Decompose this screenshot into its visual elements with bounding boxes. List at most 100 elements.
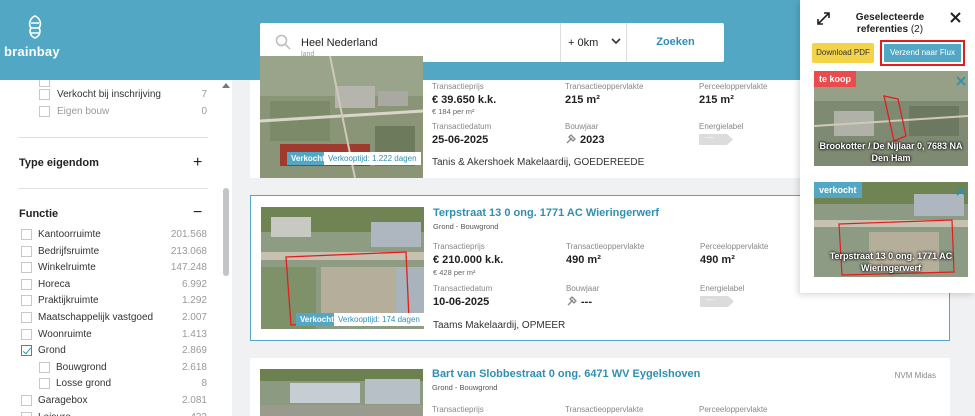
filter-checkbox[interactable] [39,106,50,117]
logo-text: brainbay [4,44,60,59]
remove-reference-icon[interactable] [954,74,968,88]
panel-title: Geselecteerde referenties (2) [840,12,940,36]
filter-checkbox[interactable] [21,412,32,416]
filter-count: 2.869 [181,345,207,356]
property-type: Grond - Bouwgrond [432,383,498,392]
send-to-flux-button[interactable]: Verzend naar Flux [884,44,961,62]
property-photo[interactable] [260,369,423,416]
expand-icon[interactable] [817,12,830,25]
filter-count: 0 [201,106,207,117]
section-title-type-eigendom[interactable]: Type eigendom [19,157,99,169]
filter-label: Grond [38,345,66,356]
label-price: Transactieprijs [432,405,484,414]
filter-checkbox[interactable] [21,295,32,306]
filter-label: Leisure [38,412,71,416]
value-year: 2023 [580,134,605,146]
hammer-icon [566,134,576,144]
value-date: 10-06-2025 [433,296,490,308]
search-input[interactable]: Heel Nederland [301,37,377,49]
filter-label: Eigen bouw [57,106,110,117]
bee-icon [28,15,42,39]
label-area: Transactieoppervlakte [566,242,645,251]
filter-count: 201.568 [170,229,207,240]
section-title-functie[interactable]: Functie [19,208,58,220]
chevron-down-icon [611,38,621,45]
filter-checkbox[interactable] [39,378,50,389]
filter-label: Losse grond [56,378,112,389]
filter-count: 147.248 [170,262,207,273]
filter-checkbox[interactable] [39,362,50,373]
status-badge: verkocht [814,182,862,198]
sale-time-badge: Verkooptijd: 1.222 dagen [324,152,421,165]
filter-checkbox[interactable] [21,246,32,257]
filter-checkbox[interactable] [21,279,32,290]
filter-count: 7 [201,89,207,100]
label-energy: Energielabel [700,284,745,293]
filter-label: Maatschappelijk vastgoed [38,312,154,323]
value-price-per-m2: € 428 per m² [433,268,476,277]
property-title[interactable]: Bart van Slobbestraat 0 ong. 6471 WV Eyg… [432,368,700,380]
result-card[interactable]: Bart van Slobbestraat 0 ong. 6471 WV Eyg… [250,358,950,416]
collapse-icon[interactable]: − [193,205,202,221]
search-button[interactable]: Zoeken [626,23,724,62]
filter-checkbox[interactable] [21,312,32,323]
remove-reference-icon[interactable] [954,184,968,198]
value-price-per-m2: € 184 per m² [432,107,475,116]
reference-card[interactable]: te koop Brookotter / De Nijlaar 0, 7683 … [814,71,968,166]
value-price: € 210.000 k.k. [433,254,504,266]
label-area: Transactieoppervlakte [565,82,644,91]
filter-count: 213.068 [170,246,207,257]
brainbay-logo[interactable]: brainbay [4,14,64,62]
filter-checkbox[interactable] [21,262,32,273]
value-area: 215 m² [565,94,600,106]
label-area: Transactieoppervlakte [565,405,644,414]
aerial-photo [261,207,424,329]
divider [18,188,208,189]
filter-label: Winkelruimte [38,262,96,273]
filter-count: 2.618 [181,362,207,373]
label-year: Bouwjaar [565,122,599,131]
expand-icon[interactable]: + [193,155,202,171]
filter-label: Woonruimte [38,329,92,340]
filter-count: 2.007 [181,312,207,323]
property-photo[interactable]: Verkocht Verkooptijd: 1.222 dagen [260,56,423,178]
source-label: NVM Midas [894,371,936,380]
scrollbar-thumb[interactable] [223,188,229,276]
filter-checkbox[interactable] [39,89,50,100]
filter-label: Bouwgrond [56,362,107,373]
sale-time-badge: Verkooptijd: 174 dagen [334,313,424,326]
reference-address: Brookotter / De Nijlaar 0, 7683 NA Den H… [819,141,963,163]
status-badge: Verkocht [287,152,329,165]
download-pdf-button[interactable]: Download PDF [812,43,874,63]
label-plot: Perceeloppervlakte [700,242,769,251]
energy-label-value: ---- [705,135,715,142]
reference-card[interactable]: verkocht Terpstraat 13 0 ong. 1771 AC Wi… [814,182,968,277]
reference-address: Terpstraat 13 0 ong. 1771 AC Wieringerwe… [829,251,953,273]
search-icon [275,34,291,50]
hammer-icon [567,296,577,306]
filter-checkbox[interactable] [21,229,32,240]
label-date: Transactiedatum [433,284,493,293]
filter-checkbox[interactable] [39,80,50,87]
filter-count: 2.081 [181,395,207,406]
radius-select[interactable]: + 0km [560,23,626,62]
status-badge: Verkocht [296,313,338,326]
aerial-photo [260,369,423,416]
label-plot: Perceeloppervlakte [699,405,768,414]
filter-label: Praktijkruimte [38,295,99,306]
scroll-up-arrow[interactable] [222,83,230,88]
filter-label: Kantoorruimte [38,229,101,240]
close-icon[interactable] [949,11,962,24]
filter-checkbox[interactable] [21,329,32,340]
property-title[interactable]: Terpstraat 13 0 ong. 1771 AC Wieringerwe… [433,207,659,219]
value-plot: 490 m² [700,254,735,266]
status-badge: te koop [814,71,857,87]
property-photo[interactable]: Verkocht Verkooptijd: 174 dagen [261,207,424,329]
agent-name[interactable]: Tanis & Akershoek Makelaardij, GOEDEREED… [432,157,644,168]
energy-label-value: ---- [706,297,716,304]
agent-name[interactable]: Taams Makelaardij, OPMEER [433,320,565,331]
filter-checkbox[interactable] [21,345,32,356]
filter-checkbox[interactable] [21,395,32,406]
label-energy: Energielabel [699,122,744,131]
filter-label: Garagebox [38,395,88,406]
